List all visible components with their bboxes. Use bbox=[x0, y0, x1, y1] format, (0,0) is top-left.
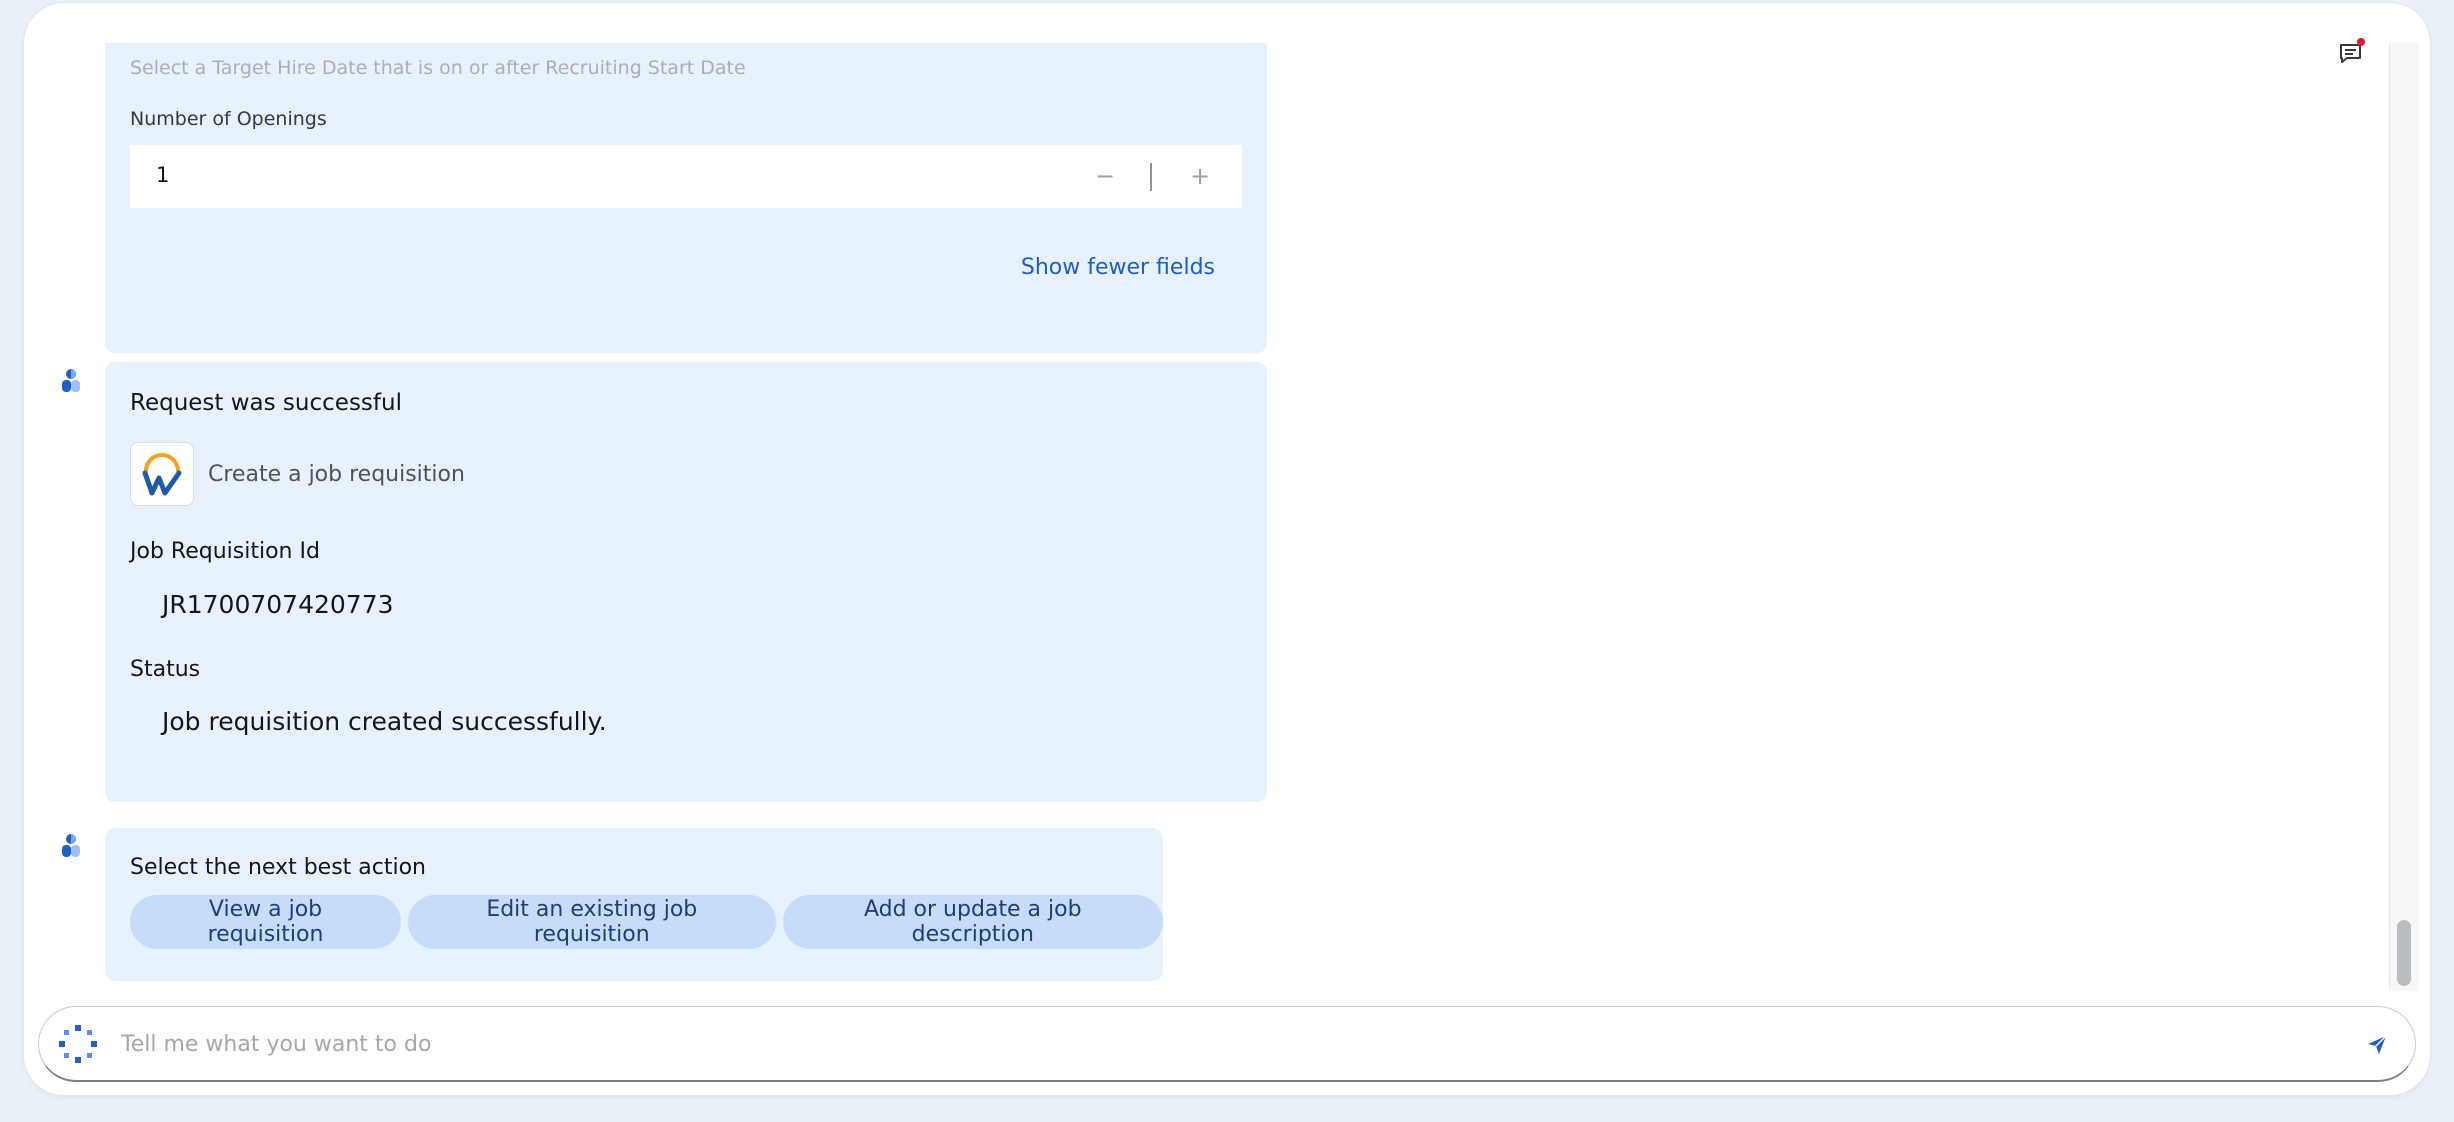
next-action-title: Select the next best action bbox=[130, 855, 426, 880]
send-icon bbox=[2368, 1035, 2387, 1054]
view-job-requisition-chip[interactable]: View a job requisition bbox=[130, 895, 402, 949]
number-of-openings-input[interactable]: 1 − + bbox=[130, 145, 1242, 208]
assistant-spinner-icon bbox=[57, 1023, 99, 1065]
job-requisition-id-label: Job Requisition Id bbox=[130, 539, 320, 564]
message-input[interactable] bbox=[121, 1023, 2321, 1065]
scrollbar-track[interactable] bbox=[2389, 43, 2419, 991]
notification-dot bbox=[2357, 38, 2365, 46]
chat-transcript[interactable]: Select a Target Hire Date that is on or … bbox=[24, 43, 2389, 991]
update-job-description-chip[interactable]: Add or update a job description bbox=[782, 895, 1164, 949]
decrement-button[interactable]: − bbox=[1090, 159, 1120, 193]
skill-name: Create a job requisition bbox=[208, 462, 465, 487]
job-requisition-id-value: JR1700707420773 bbox=[162, 590, 394, 619]
chat-window: Select a Target Hire Date that is on or … bbox=[24, 3, 2430, 1095]
number-of-openings-label: Number of Openings bbox=[130, 108, 327, 130]
number-of-openings-value[interactable]: 1 bbox=[156, 163, 169, 187]
target-hire-date-hint: Select a Target Hire Date that is on or … bbox=[130, 57, 746, 79]
increment-button[interactable]: + bbox=[1185, 159, 1215, 193]
result-title: Request was successful bbox=[130, 390, 402, 416]
form-card: Select a Target Hire Date that is on or … bbox=[105, 43, 1267, 353]
workday-logo bbox=[130, 442, 194, 506]
assistant-avatar-icon bbox=[53, 363, 89, 399]
message-composer bbox=[38, 1006, 2416, 1082]
action-chips: View a job requisition Edit an existing … bbox=[130, 895, 1164, 949]
send-button[interactable] bbox=[2359, 1027, 2395, 1063]
next-action-card: Select the next best action View a job r… bbox=[105, 828, 1164, 981]
result-card: Request was successful Create a job requ… bbox=[105, 362, 1267, 802]
scrollbar-thumb[interactable] bbox=[2397, 920, 2411, 986]
status-value: Job requisition created successfully. bbox=[162, 707, 607, 736]
show-fewer-fields-button[interactable]: Show fewer fields bbox=[1021, 255, 1215, 280]
assistant-avatar-icon bbox=[53, 828, 89, 864]
status-label: Status bbox=[130, 657, 201, 682]
edit-job-requisition-chip[interactable]: Edit an existing job requisition bbox=[408, 895, 776, 949]
chat-notification-icon[interactable] bbox=[2334, 37, 2368, 71]
stepper-divider bbox=[1150, 163, 1152, 191]
